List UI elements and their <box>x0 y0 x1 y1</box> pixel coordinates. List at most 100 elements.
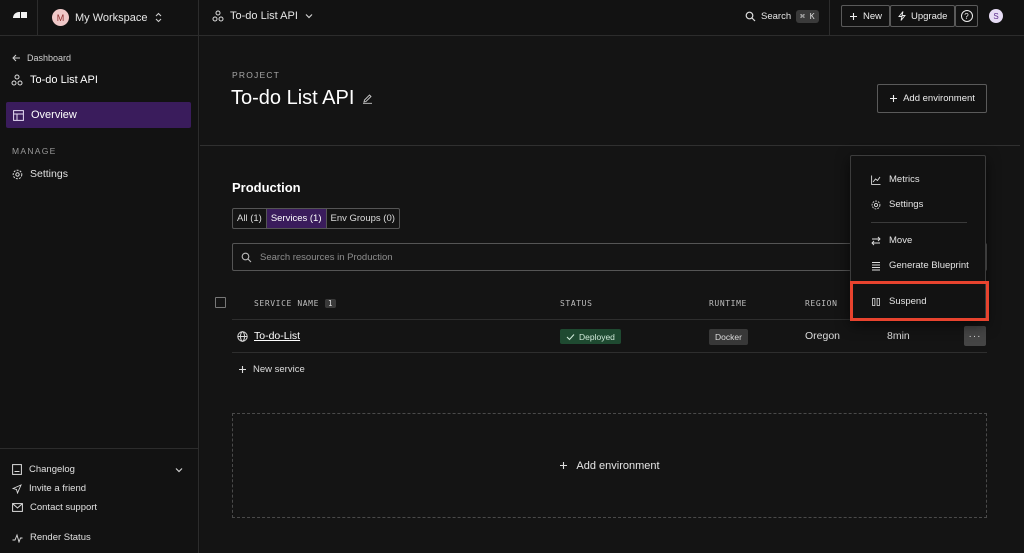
chart-line-icon <box>871 175 881 185</box>
menu-item-generate-blueprint[interactable]: Generate Blueprint <box>871 260 969 271</box>
resource-search-input[interactable] <box>260 251 820 263</box>
workspace-switcher[interactable]: M My Workspace <box>52 9 163 26</box>
project-name: To-do List API <box>230 10 298 22</box>
menu-divider <box>871 222 967 223</box>
column-status[interactable]: STATUS <box>560 299 593 308</box>
new-service-button[interactable]: New service <box>238 364 305 375</box>
sidebar-project-name: To-do List API <box>30 74 98 86</box>
menu-item-settings[interactable]: Settings <box>871 199 923 210</box>
header-divider <box>200 145 1020 146</box>
workspace-name: My Workspace <box>75 11 148 24</box>
suspend-highlight-box <box>850 281 989 321</box>
user-avatar[interactable]: S <box>989 9 1003 23</box>
sidebar-divider <box>0 448 198 449</box>
updated-value: 8min <box>887 330 910 342</box>
topbar-divider <box>198 0 199 36</box>
service-name-link[interactable]: To-do-List <box>254 330 300 342</box>
gear-icon <box>12 169 23 180</box>
document-icon <box>12 464 22 475</box>
pencil-icon[interactable] <box>362 93 373 104</box>
topbar-divider <box>37 0 38 36</box>
search-shortcut: ⌘ K <box>796 10 819 23</box>
menu-item-metrics[interactable]: Metrics <box>871 174 920 185</box>
topbar-divider <box>829 0 830 36</box>
search-icon <box>745 11 756 22</box>
project-nodes-icon <box>11 74 23 86</box>
layout-grid-icon <box>13 109 24 121</box>
back-label: Dashboard <box>27 53 72 63</box>
project-switcher[interactable]: To-do List API <box>212 10 314 22</box>
sidebar-item-overview[interactable]: Overview <box>6 102 191 128</box>
gear-icon <box>871 200 881 210</box>
add-environment-dropzone[interactable]: Add environment <box>232 413 987 518</box>
sidebar-item-label: Contact support <box>30 502 98 513</box>
help-icon: ? <box>960 10 973 22</box>
runtime-badge: Docker <box>709 329 748 345</box>
column-label: SERVICE NAME <box>254 299 319 308</box>
check-icon <box>566 333 575 341</box>
page-title: To-do List API <box>231 87 355 109</box>
project-nodes-icon <box>212 10 224 22</box>
list-lines-icon <box>871 261 881 271</box>
sidebar-item-label: Changelog <box>29 464 75 475</box>
search-label: Search <box>761 11 792 22</box>
add-environment-block-label: Add environment <box>576 459 660 472</box>
sidebar-item-support[interactable]: Contact support <box>12 502 97 513</box>
back-to-dashboard-link[interactable]: Dashboard <box>12 53 71 63</box>
menu-item-label: Metrics <box>889 174 920 185</box>
globe-icon <box>237 331 248 342</box>
search-icon <box>241 252 252 263</box>
table-divider <box>232 352 987 353</box>
new-service-label: New service <box>253 364 305 375</box>
menu-item-label: Move <box>889 235 913 246</box>
render-logo-icon[interactable] <box>12 10 28 26</box>
select-all-checkbox[interactable] <box>215 297 226 308</box>
tab-env-groups[interactable]: Env Groups (0) <box>327 209 399 228</box>
plus-icon <box>849 12 858 21</box>
mail-icon <box>12 503 23 512</box>
sidebar: Dashboard To-do List API Overview MANAGE… <box>0 36 199 553</box>
manage-section-heading: MANAGE <box>12 146 57 156</box>
sidebar-item-label: Invite a friend <box>29 483 87 494</box>
row-more-actions-button[interactable]: ··· <box>964 326 986 346</box>
upgrade-button-label: Upgrade <box>911 10 948 22</box>
new-button-label: New <box>863 10 883 22</box>
menu-item-label: Generate Blueprint <box>889 260 969 271</box>
sidebar-item-label: Render Status <box>30 532 91 543</box>
sidebar-item-label: Settings <box>30 168 68 180</box>
status-badge: Deployed <box>560 329 621 344</box>
sidebar-project[interactable]: To-do List API <box>11 74 98 86</box>
column-service-name[interactable]: SERVICE NAME 1 <box>254 299 337 308</box>
sidebar-item-settings[interactable]: Settings <box>12 168 68 180</box>
upgrade-button[interactable]: Upgrade <box>890 5 956 27</box>
add-environment-button[interactable]: Add environment <box>877 84 987 113</box>
resource-filter-tabs: All (1) Services (1) Env Groups (0) <box>232 208 400 229</box>
page-eyebrow: PROJECT <box>232 70 281 80</box>
search-trigger[interactable]: Search ⌘ K <box>745 10 819 23</box>
new-button[interactable]: New <box>841 5 891 27</box>
tab-all[interactable]: All (1) <box>233 209 267 228</box>
help-button[interactable]: ? <box>955 5 978 27</box>
plus-icon <box>559 461 568 470</box>
menu-item-move[interactable]: Move <box>871 235 912 246</box>
activity-icon <box>12 533 23 543</box>
sidebar-item-changelog[interactable]: Changelog <box>12 464 75 475</box>
chevron-updown-icon <box>154 12 163 23</box>
workspace-avatar: M <box>52 9 69 26</box>
add-environment-label: Add environment <box>903 93 975 104</box>
send-icon <box>12 483 22 494</box>
menu-item-label: Settings <box>889 199 924 210</box>
tab-services[interactable]: Services (1) <box>266 209 327 228</box>
arrows-swap-icon <box>871 236 881 246</box>
page-title-row: To-do List API <box>231 87 373 110</box>
arrow-left-icon <box>12 54 21 62</box>
sidebar-item-render-status[interactable]: Render Status <box>12 532 91 543</box>
chevron-down-icon[interactable] <box>174 465 184 475</box>
environment-name: Production <box>232 180 301 195</box>
sidebar-item-invite[interactable]: Invite a friend <box>12 483 86 494</box>
plus-icon <box>889 94 898 103</box>
column-region[interactable]: REGION <box>805 299 838 308</box>
plus-icon <box>238 365 247 374</box>
chevron-down-icon <box>304 11 314 21</box>
column-runtime[interactable]: RUNTIME <box>709 299 747 308</box>
